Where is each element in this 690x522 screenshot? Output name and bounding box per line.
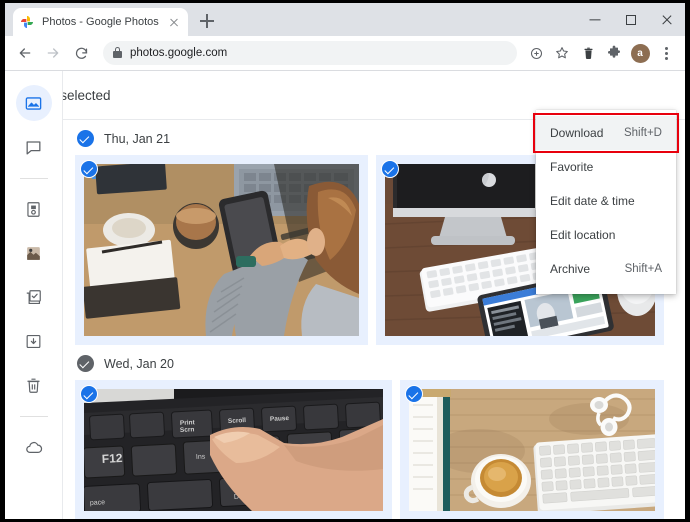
photo-selected-badge[interactable] (80, 385, 98, 403)
new-tab-button[interactable] (194, 8, 220, 34)
menu-item-download[interactable]: Download Shift+D (533, 113, 679, 153)
sidebar-divider (19, 178, 48, 179)
tab-strip: Photos - Google Photos (5, 3, 685, 36)
selection-count: 6 selected (63, 87, 111, 103)
app-content: 6 selected Thu, Jan 21 (63, 71, 685, 519)
photo-woman-with-phone-at-desk[interactable] (75, 155, 368, 345)
sidebar-item-archive[interactable] (16, 323, 52, 359)
date-section-header: Wed, Jan 20 (63, 345, 685, 380)
photo-thumbnail (409, 389, 655, 511)
lock-icon (113, 46, 122, 58)
sidebar-item-memories[interactable] (16, 191, 52, 227)
bookmark-star-icon[interactable] (549, 40, 575, 66)
menu-item-shortcut: Shift+D (623, 127, 662, 139)
maximize-icon[interactable] (613, 3, 649, 36)
sidebar-item-albums[interactable] (16, 279, 52, 315)
svg-text:F12: F12 (101, 451, 123, 466)
svg-text:Scrn: Scrn (180, 426, 195, 434)
svg-text:Ins: Ins (196, 453, 206, 461)
sidebar-item-photos[interactable] (15, 85, 52, 121)
svg-text:Pause: Pause (270, 415, 290, 423)
photo-selected-badge[interactable] (381, 160, 399, 178)
selection-actions-menu: Download Shift+D Favorite Edit date & ti… (533, 110, 679, 294)
browser-toolbar: photos.google.com a (5, 36, 685, 71)
photo-row: F12 Print Scrn Scroll Pause Ins Hm pace … (63, 380, 685, 519)
minimize-icon[interactable] (577, 3, 613, 36)
photo-thumbnail: F12 Print Scrn Scroll Pause Ins Hm pace … (84, 389, 383, 511)
menu-item-label: Archive (550, 262, 591, 276)
forward-button[interactable] (39, 39, 67, 67)
menu-item-edit-location[interactable]: Edit location (536, 218, 676, 252)
menu-item-label: Edit location (550, 228, 616, 242)
app-sidebar (5, 71, 63, 519)
address-bar[interactable]: photos.google.com (103, 41, 517, 65)
avatar[interactable]: a (627, 40, 653, 66)
window-controls (577, 3, 685, 36)
extensions-puzzle-icon[interactable] (601, 40, 627, 66)
back-button[interactable] (11, 39, 39, 67)
close-icon[interactable] (649, 3, 685, 36)
reload-button[interactable] (67, 39, 95, 67)
sidebar-divider-2 (19, 416, 48, 417)
date-label: Wed, Jan 20 (104, 356, 174, 371)
sidebar-item-storage[interactable] (16, 429, 52, 465)
share-page-icon[interactable] (523, 40, 549, 66)
date-select-checkbox[interactable] (77, 130, 94, 147)
menu-item-edit-date-time[interactable]: Edit date & time (536, 184, 676, 218)
browser-tab[interactable]: Photos - Google Photos (13, 8, 188, 36)
svg-text:pace: pace (90, 499, 106, 507)
google-photos-pinwheel-icon (19, 14, 35, 30)
close-tab-icon[interactable] (166, 14, 182, 30)
svg-text:Scroll: Scroll (228, 417, 247, 425)
date-select-checkbox[interactable] (77, 355, 94, 372)
menu-item-shortcut: Shift+A (624, 263, 662, 275)
delete-trash-icon[interactable] (575, 40, 601, 66)
photo-thumbnail (84, 164, 359, 336)
menu-item-favorite[interactable]: Favorite (536, 150, 676, 184)
url-text: photos.google.com (130, 47, 228, 59)
sidebar-item-trash[interactable] (16, 367, 52, 403)
chrome-kebab-menu-icon[interactable] (653, 40, 679, 66)
photo-book-coffee-earbuds-keyboard[interactable] (400, 380, 664, 519)
menu-item-label: Download (550, 126, 604, 140)
photo-finger-pressing-keyboard-key[interactable]: F12 Print Scrn Scroll Pause Ins Hm pace … (75, 380, 392, 519)
menu-item-archive[interactable]: Archive Shift+A (536, 252, 676, 286)
sidebar-item-chat[interactable] (16, 129, 52, 165)
photo-selected-badge[interactable] (405, 385, 423, 403)
tab-title: Photos - Google Photos (42, 16, 159, 28)
date-label: Thu, Jan 21 (104, 131, 171, 146)
menu-item-label: Edit date & time (550, 194, 635, 208)
avatar-letter: a (630, 43, 650, 63)
page-body: 6 selected Thu, Jan 21 (5, 71, 685, 519)
photo-selected-badge[interactable] (80, 160, 98, 178)
sidebar-item-sharing[interactable] (16, 235, 52, 271)
browser-window: Photos - Google Photos photos.google.com (5, 3, 685, 519)
menu-item-label: Favorite (550, 160, 594, 174)
